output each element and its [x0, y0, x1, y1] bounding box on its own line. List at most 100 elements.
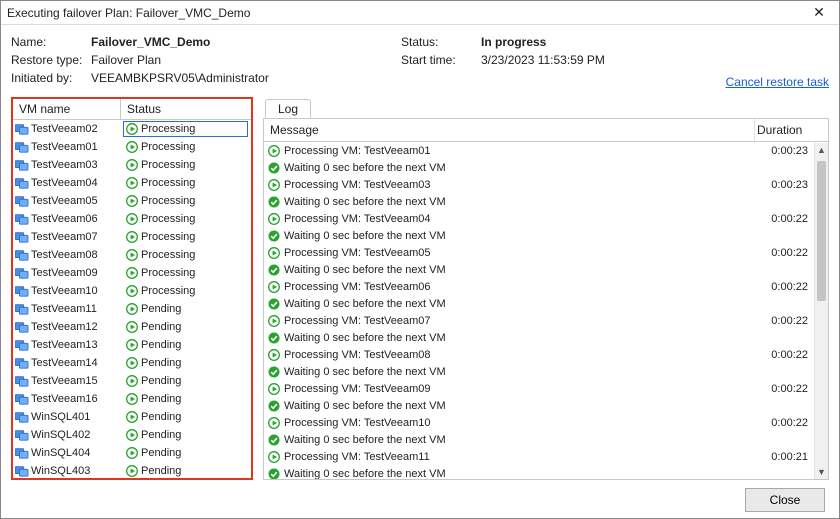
- vm-icon: [15, 321, 29, 333]
- vm-icon: [15, 447, 29, 459]
- log-message: Waiting 0 sec before the next VM: [284, 366, 446, 378]
- vm-name: TestVeeam06: [31, 213, 98, 225]
- vm-name: TestVeeam15: [31, 375, 98, 387]
- vm-table-header: VM name Status: [13, 99, 251, 120]
- tab-strip: Log: [263, 97, 829, 119]
- list-item[interactable]: Waiting 0 sec before the next VM: [264, 465, 814, 479]
- list-item[interactable]: Waiting 0 sec before the next VM: [264, 159, 814, 176]
- list-item[interactable]: Waiting 0 sec before the next VM: [264, 329, 814, 346]
- scroll-up-icon[interactable]: ▲: [815, 143, 828, 157]
- play-icon: [268, 281, 280, 293]
- table-row[interactable]: WinSQL401Pending: [13, 408, 251, 426]
- log-message: Processing VM: TestVeeam03: [284, 179, 431, 191]
- table-row[interactable]: TestVeeam02Processing: [13, 120, 251, 138]
- log-panel: Log Message Duration Processing VM: Test…: [263, 97, 829, 480]
- vm-icon: [15, 159, 29, 171]
- log-duration: 0:00:21: [758, 451, 814, 463]
- list-item[interactable]: Waiting 0 sec before the next VM: [264, 227, 814, 244]
- play-icon: [268, 315, 280, 327]
- table-row[interactable]: TestVeeam10Processing: [13, 282, 251, 300]
- table-row[interactable]: TestVeeam04Processing: [13, 174, 251, 192]
- vm-status: Processing: [141, 231, 195, 243]
- info-initiated-label: Initiated by:: [11, 71, 91, 85]
- vm-icon: [15, 213, 29, 225]
- vm-name: WinSQL401: [31, 411, 90, 423]
- check-icon: [268, 434, 280, 446]
- list-item[interactable]: Processing VM: TestVeeam050:00:22: [264, 244, 814, 261]
- list-item[interactable]: Waiting 0 sec before the next VM: [264, 397, 814, 414]
- vm-icon: [15, 141, 29, 153]
- list-item[interactable]: Waiting 0 sec before the next VM: [264, 363, 814, 380]
- vm-icon: [15, 303, 29, 315]
- vm-col-name[interactable]: VM name: [13, 99, 121, 119]
- table-row[interactable]: TestVeeam14Pending: [13, 354, 251, 372]
- list-item[interactable]: Waiting 0 sec before the next VM: [264, 431, 814, 448]
- vm-status: Pending: [141, 321, 181, 333]
- table-row[interactable]: TestVeeam05Processing: [13, 192, 251, 210]
- list-item[interactable]: Processing VM: TestVeeam100:00:22: [264, 414, 814, 431]
- titlebar[interactable]: Executing failover Plan: Failover_VMC_De…: [1, 1, 839, 25]
- play-icon: [126, 285, 138, 297]
- info-restore-value: Failover Plan: [91, 53, 161, 67]
- play-icon: [126, 357, 138, 369]
- table-row[interactable]: WinSQL403 Pending: [13, 462, 251, 478]
- list-item[interactable]: Processing VM: TestVeeam060:00:22: [264, 278, 814, 295]
- table-row[interactable]: TestVeeam13Pending: [13, 336, 251, 354]
- close-icon[interactable]: ✕: [805, 3, 833, 23]
- log-duration: 0:00:22: [758, 213, 814, 225]
- play-icon: [126, 429, 138, 441]
- log-header: Message Duration: [264, 119, 828, 142]
- vm-icon: [15, 285, 29, 297]
- table-row[interactable]: TestVeeam03Processing: [13, 156, 251, 174]
- list-item[interactable]: Processing VM: TestVeeam090:00:22: [264, 380, 814, 397]
- vm-status: Pending: [141, 303, 181, 315]
- table-row[interactable]: TestVeeam09Processing: [13, 264, 251, 282]
- vm-icon: [15, 177, 29, 189]
- info-name-label: Name:: [11, 35, 91, 49]
- vm-status: Pending: [141, 465, 181, 477]
- vm-col-status[interactable]: Status: [121, 99, 251, 119]
- list-item[interactable]: Processing VM: TestVeeam010:00:23: [264, 142, 814, 159]
- close-button[interactable]: Close: [745, 488, 825, 512]
- log-message: Processing VM: TestVeeam11: [284, 451, 430, 463]
- log-duration: 0:00:22: [758, 349, 814, 361]
- scroll-down-icon[interactable]: ▼: [815, 465, 828, 479]
- scroll-thumb[interactable]: [817, 161, 826, 301]
- info-status-label: Status:: [401, 35, 481, 49]
- tab-log[interactable]: Log: [265, 99, 311, 119]
- play-icon: [268, 247, 280, 259]
- vm-icon: [15, 429, 29, 441]
- play-icon: [268, 213, 280, 225]
- log-col-message[interactable]: Message: [264, 119, 754, 141]
- play-icon: [126, 123, 138, 135]
- log-message: Processing VM: TestVeeam07: [284, 315, 431, 327]
- table-row[interactable]: TestVeeam06Processing: [13, 210, 251, 228]
- table-row[interactable]: TestVeeam16Pending: [13, 390, 251, 408]
- vm-name: WinSQL403: [31, 465, 90, 477]
- table-row[interactable]: TestVeeam01Processing: [13, 138, 251, 156]
- vm-name: TestVeeam12: [31, 321, 98, 333]
- list-item[interactable]: Processing VM: TestVeeam030:00:23: [264, 176, 814, 193]
- table-row[interactable]: TestVeeam12 Pending: [13, 318, 251, 336]
- list-item[interactable]: Processing VM: TestVeeam11 0:00:21: [264, 448, 814, 465]
- table-row[interactable]: TestVeeam15Pending: [13, 372, 251, 390]
- list-item[interactable]: Processing VM: TestVeeam080:00:22: [264, 346, 814, 363]
- table-row[interactable]: TestVeeam11Pending: [13, 300, 251, 318]
- log-scrollbar[interactable]: ▲ ▼: [814, 143, 828, 479]
- play-icon: [126, 339, 138, 351]
- list-item[interactable]: Waiting 0 sec before the next VM: [264, 261, 814, 278]
- cancel-restore-link[interactable]: Cancel restore task: [726, 75, 829, 89]
- list-item[interactable]: Waiting 0 sec before the next VM: [264, 295, 814, 312]
- table-row[interactable]: WinSQL402Pending: [13, 426, 251, 444]
- table-row[interactable]: TestVeeam08Processing: [13, 246, 251, 264]
- list-item[interactable]: Processing VM: TestVeeam040:00:22: [264, 210, 814, 227]
- log-duration: 0:00:22: [758, 281, 814, 293]
- log-col-duration[interactable]: Duration: [754, 119, 814, 141]
- vm-status: Processing: [141, 267, 195, 279]
- list-item[interactable]: Waiting 0 sec before the next VM: [264, 193, 814, 210]
- vm-icon: [15, 195, 29, 207]
- log-message: Waiting 0 sec before the next VM: [284, 468, 446, 480]
- list-item[interactable]: Processing VM: TestVeeam070:00:22: [264, 312, 814, 329]
- table-row[interactable]: TestVeeam07Processing: [13, 228, 251, 246]
- table-row[interactable]: WinSQL404Pending: [13, 444, 251, 462]
